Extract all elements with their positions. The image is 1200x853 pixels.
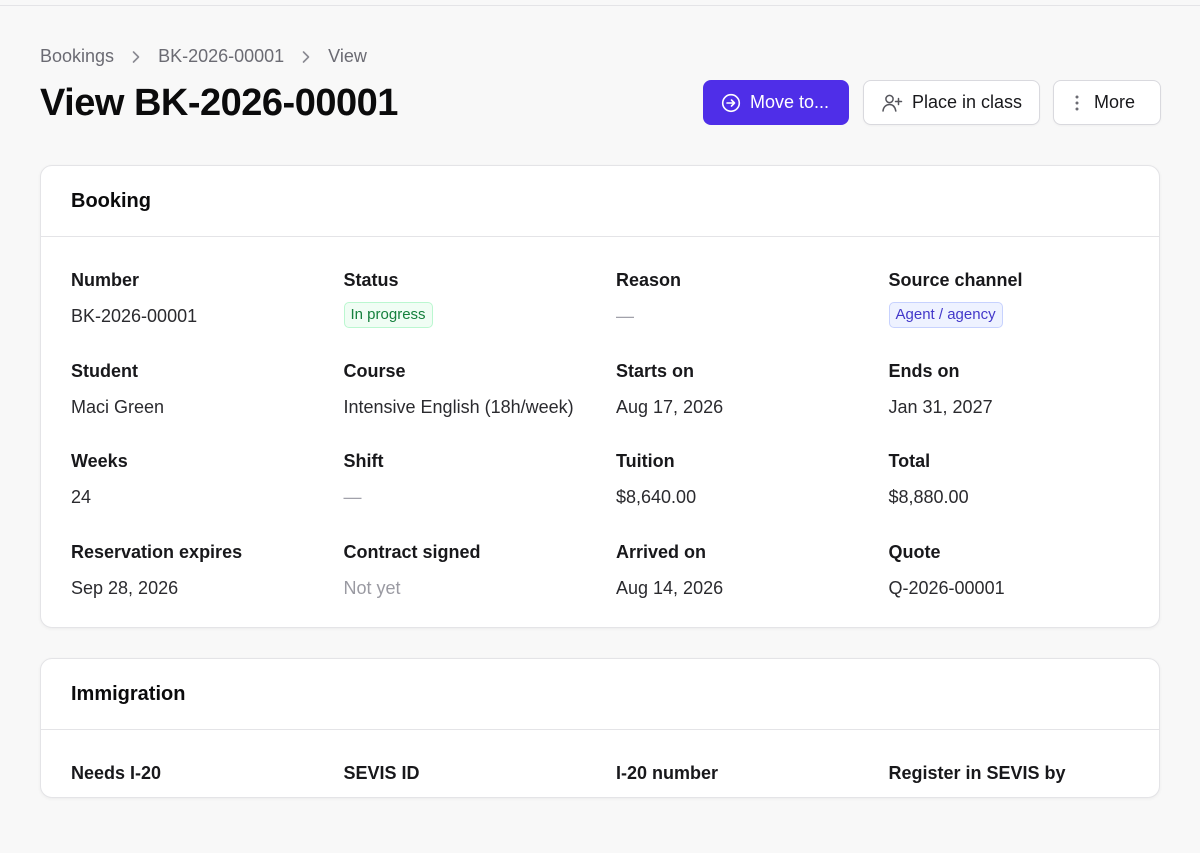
field-label: Arrived on xyxy=(616,541,707,562)
breadcrumb-bookings[interactable]: Bookings xyxy=(40,46,114,67)
field-weeks: Weeks 24 xyxy=(71,450,344,541)
field-value: Not yet xyxy=(343,577,401,598)
field-ends-on: Ends on Jan 31, 2027 xyxy=(889,360,1132,451)
move-to-label: Move to... xyxy=(750,92,830,112)
immigration-card: Immigration Needs I-20 SEVIS ID I-20 num… xyxy=(40,658,1160,798)
field-label: Student xyxy=(71,360,138,381)
field-label: Starts on xyxy=(616,360,695,381)
chevron-right-icon xyxy=(131,50,141,64)
top-divider xyxy=(0,5,1200,6)
status-badge: In progress xyxy=(343,302,433,328)
field-reservation-expires: Reservation expires Sep 28, 2026 xyxy=(71,541,344,632)
field-label: Needs I-20 xyxy=(71,763,162,783)
more-button[interactable]: More xyxy=(1053,80,1161,125)
field-label: Source channel xyxy=(888,270,1023,290)
field-total: Total $8,880.00 xyxy=(889,450,1132,541)
field-label: Quote xyxy=(888,541,941,562)
chevron-right-icon xyxy=(301,50,311,64)
field-student: Student Maci Green xyxy=(71,360,344,451)
field-label: Reservation expires xyxy=(71,541,243,562)
move-to-button[interactable]: Move to... xyxy=(703,80,849,125)
field-status: Status In progress xyxy=(343,269,617,360)
field-course: Course Intensive English (18h/week) xyxy=(344,360,617,451)
field-value: BK-2026-00001 xyxy=(71,306,198,326)
field-label: Contract signed xyxy=(343,541,481,562)
field-reason: Reason — xyxy=(616,269,889,360)
field-label: SEVIS ID xyxy=(343,763,420,783)
field-label: Number xyxy=(71,270,140,290)
field-source-channel: Source channel Agent / agency xyxy=(888,269,1132,360)
field-value: Sep 28, 2026 xyxy=(71,577,179,598)
field-needs-i20: Needs I-20 xyxy=(71,762,344,853)
field-value: — xyxy=(343,487,362,507)
more-label: More xyxy=(1094,92,1136,112)
field-value: Maci Green xyxy=(71,396,165,417)
field-value: $8,880.00 xyxy=(888,487,969,507)
field-label: Ends on xyxy=(888,360,960,381)
field-label: Tuition xyxy=(616,451,675,471)
field-label: Course xyxy=(343,360,406,381)
field-label: Total xyxy=(888,451,931,471)
field-value: Q-2026-00001 xyxy=(888,577,1005,598)
breadcrumb: Bookings BK-2026-00001 View xyxy=(40,46,367,67)
field-value: Intensive English (18h/week) xyxy=(343,396,574,417)
field-value: Aug 17, 2026 xyxy=(616,396,724,417)
booking-fields: Number BK-2026-00001 Status In progress … xyxy=(41,237,1159,631)
immigration-fields: Needs I-20 SEVIS ID I-20 number Register… xyxy=(41,730,1159,853)
arrow-right-circle-icon xyxy=(721,93,741,113)
place-in-class-label: Place in class xyxy=(912,92,1023,112)
vertical-ellipsis-icon xyxy=(1074,94,1080,112)
field-quote: Quote Q-2026-00001 xyxy=(889,541,1132,632)
field-value: — xyxy=(616,306,634,326)
source-channel-badge: Agent / agency xyxy=(888,302,1003,328)
place-in-class-button[interactable]: Place in class xyxy=(863,80,1040,125)
field-value: Jan 31, 2027 xyxy=(888,396,993,417)
field-number: Number BK-2026-00001 xyxy=(71,269,344,360)
field-label: I-20 number xyxy=(616,763,719,783)
page-title: View BK-2026-00001 xyxy=(40,82,398,124)
field-tuition: Tuition $8,640.00 xyxy=(616,450,889,541)
breadcrumb-current: View xyxy=(328,46,367,66)
booking-card: Booking Number BK-2026-00001 Status In p… xyxy=(40,165,1160,628)
field-value: $8,640.00 xyxy=(616,487,697,507)
field-i20-number: I-20 number xyxy=(616,762,889,853)
field-contract-signed: Contract signed Not yet xyxy=(344,541,617,632)
field-arrived-on: Arrived on Aug 14, 2026 xyxy=(616,541,889,632)
field-register-in-sevis-by: Register in SEVIS by xyxy=(889,762,1132,853)
field-label: Weeks xyxy=(71,451,128,471)
immigration-card-title: Immigration xyxy=(41,659,1159,730)
field-sevis-id: SEVIS ID xyxy=(344,762,617,853)
field-label: Reason xyxy=(616,270,682,290)
breadcrumb-booking-id[interactable]: BK-2026-00001 xyxy=(158,46,284,67)
field-value: Aug 14, 2026 xyxy=(616,577,724,598)
field-label: Status xyxy=(343,270,399,290)
field-label: Register in SEVIS by xyxy=(888,763,1066,783)
user-plus-icon xyxy=(881,92,903,114)
field-value: 24 xyxy=(71,487,92,507)
field-shift: Shift — xyxy=(344,450,617,541)
booking-card-title: Booking xyxy=(41,166,1159,237)
field-label: Shift xyxy=(343,451,384,471)
field-starts-on: Starts on Aug 17, 2026 xyxy=(616,360,889,451)
